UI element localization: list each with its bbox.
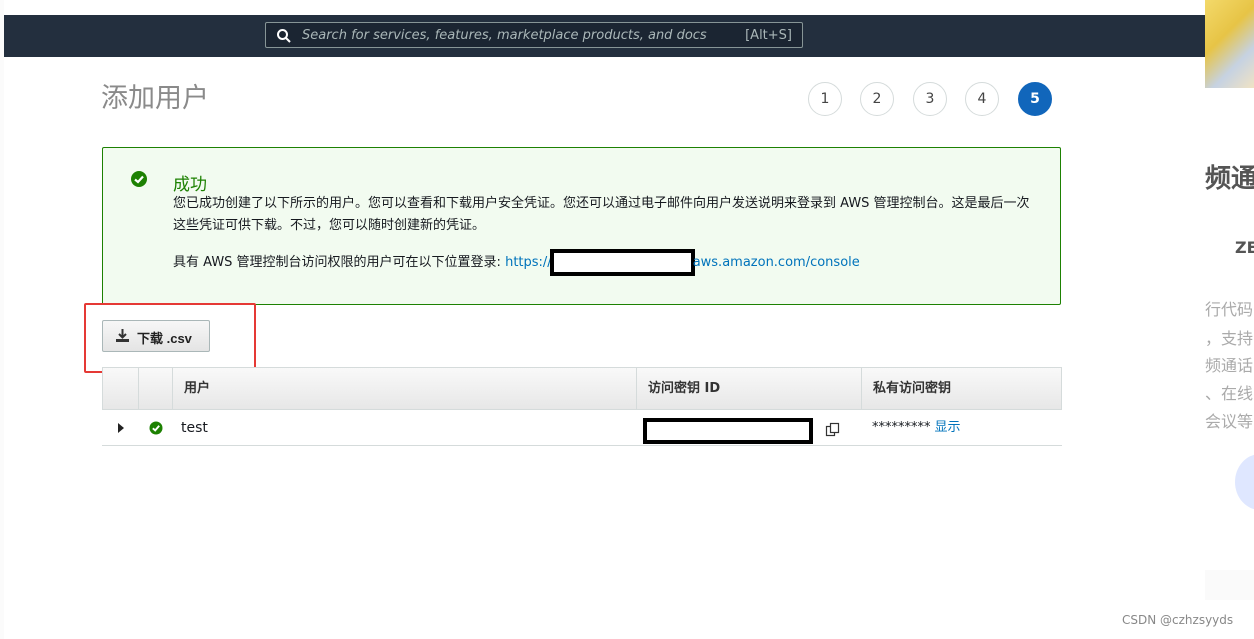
side-text-line: 频通话 (1205, 356, 1254, 375)
redacted-account-id (549, 249, 695, 276)
download-csv-button[interactable]: 下载 .csv (102, 320, 210, 352)
search-placeholder: Search for services, features, marketpla… (302, 28, 707, 43)
column-divider (861, 368, 862, 409)
side-ad-photo (1205, 0, 1254, 88)
table-header: 用户 访问密钥 ID 私有访问密钥 (102, 367, 1062, 410)
side-text-line: 、在线 (1205, 384, 1254, 403)
search-bar[interactable]: Search for services, features, marketpla… (265, 22, 803, 48)
side-text-line: 会议等 (1205, 412, 1254, 431)
alert-title: 成功 (173, 175, 207, 195)
success-alert: 成功 您已成功创建了以下所示的用户。您可以查看和下载用户安全凭证。您还可以通过电… (102, 147, 1061, 305)
side-heading: 频通 (1205, 164, 1254, 194)
side-text-line: 行代码 (1205, 300, 1254, 319)
column-divider (172, 368, 173, 409)
left-edge-strip (0, 0, 4, 639)
column-divider (636, 368, 637, 409)
side-text-line: ，支持 (1205, 329, 1254, 348)
step-3[interactable]: 3 (913, 82, 947, 116)
console-login-line: 具有 AWS 管理控制台访问权限的用户可在以下位置登录: https:// aws… (173, 249, 860, 276)
secret-key-masked: ********* (872, 420, 931, 435)
user-name-cell: test (181, 420, 208, 436)
users-table: 用户 访问密钥 ID 私有访问密钥 test ********* 显示 (102, 367, 1062, 446)
login-prefix: 具有 AWS 管理控制台访问权限的用户可在以下位置登录: (173, 255, 506, 270)
header-secret-access-key[interactable]: 私有访问密钥 (873, 368, 951, 409)
show-secret-link[interactable]: 显示 (935, 420, 961, 435)
column-divider (138, 368, 139, 409)
watermark: CSDN @czhzsyyds (1122, 613, 1234, 627)
step-1[interactable]: 1 (808, 82, 842, 116)
redacted-access-key-id (643, 418, 813, 444)
page-title: 添加用户 (101, 83, 209, 114)
side-footer-band (1205, 570, 1254, 600)
step-4[interactable]: 4 (965, 82, 999, 116)
header-access-key-id[interactable]: 访问密钥 ID (648, 368, 720, 409)
check-circle-icon (149, 421, 163, 435)
step-2[interactable]: 2 (860, 82, 894, 116)
download-icon (116, 329, 129, 342)
aws-top-nav-bar: Search for services, features, marketpla… (4, 15, 1205, 57)
search-icon (277, 29, 291, 43)
secret-key-cell: ********* 显示 (872, 410, 961, 446)
search-shortcut-hint: [Alt+S] (745, 28, 792, 43)
check-circle-icon (131, 171, 147, 187)
side-subheading: ZE (1235, 238, 1254, 257)
download-csv-label: 下载 .csv (137, 331, 192, 346)
adjacent-page-side-panel: 频通 ZE 行代码 ，支持 频通话 、在线 会议等 (1205, 0, 1254, 639)
login-link-start: https:// (505, 255, 552, 270)
login-link-end: aws.amazon.com/console (692, 255, 860, 270)
alert-message: 您已成功创建了以下所示的用户。您可以查看和下载用户安全凭证。您还可以通过电子邮件… (173, 196, 1030, 233)
copy-icon[interactable] (825, 422, 841, 438)
step-5-active[interactable]: 5 (1018, 82, 1052, 116)
header-user[interactable]: 用户 (184, 368, 210, 409)
console-login-link[interactable]: https:// aws.amazon.com/console (505, 249, 860, 276)
expand-caret-icon[interactable] (118, 423, 124, 433)
side-decoration (1235, 454, 1254, 510)
table-row: test ********* 显示 (102, 410, 1062, 446)
